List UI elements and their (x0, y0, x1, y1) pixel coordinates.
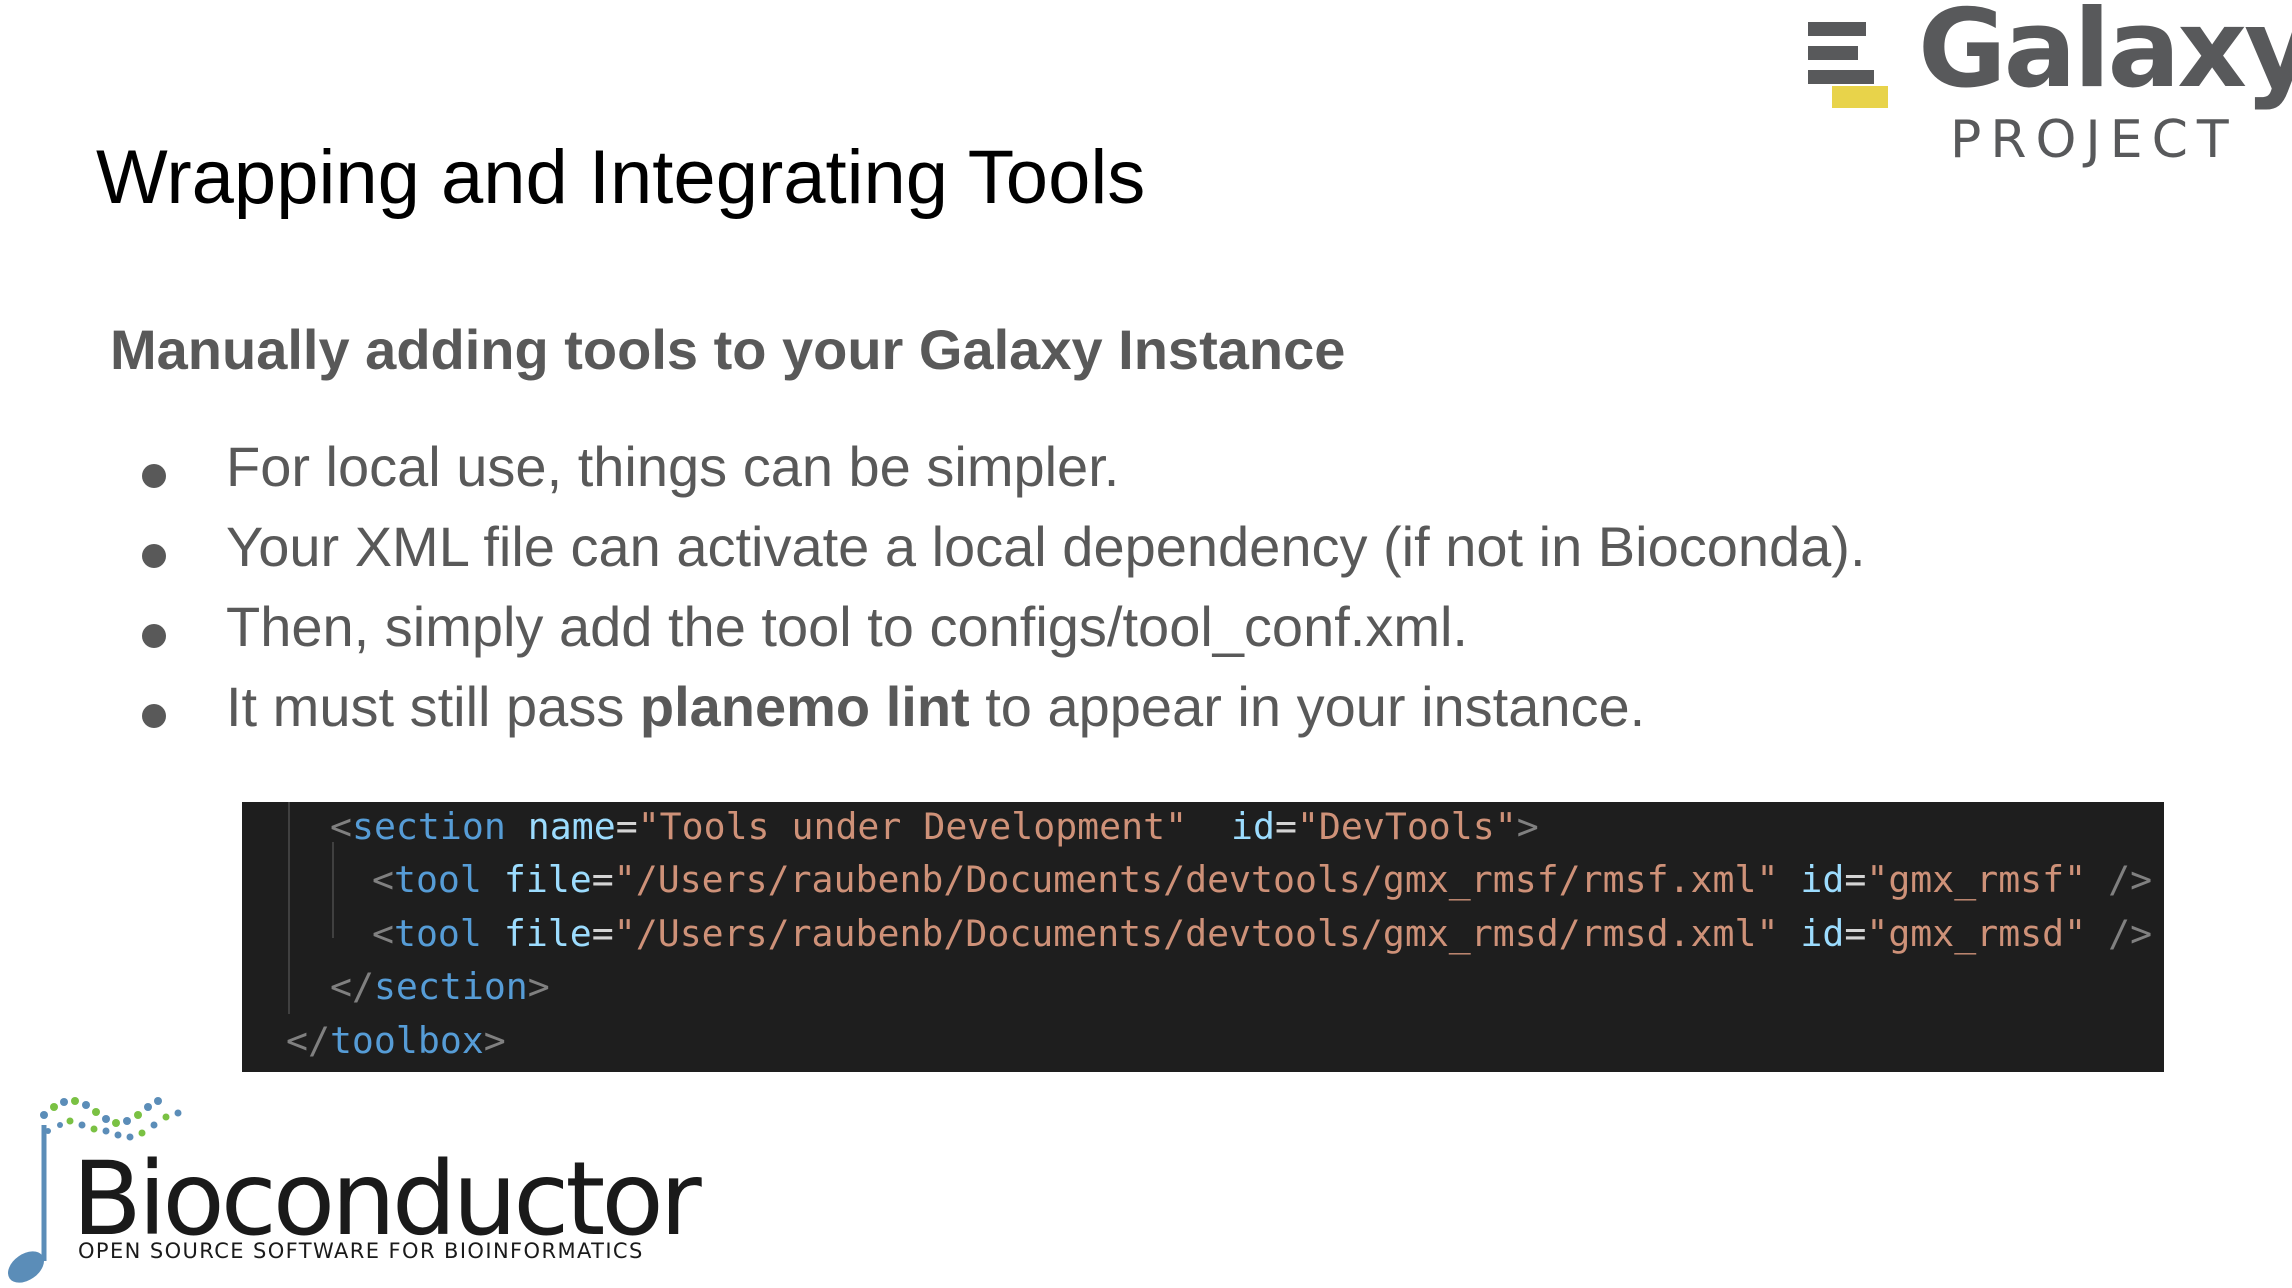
bullet-item: It must still pass planemo lint to appea… (140, 678, 1866, 758)
bullet-dot-icon (142, 704, 166, 728)
code-line-section-close: </section> (330, 965, 550, 1008)
indent-guide (332, 842, 334, 938)
bullet-dot-icon (142, 544, 166, 568)
code-line-toolbox-close: </toolbox> (286, 1019, 506, 1062)
dna-dots-icon (40, 1097, 182, 1141)
indent-guide (288, 802, 290, 1014)
slide-title: Wrapping and Integrating Tools (96, 135, 1146, 220)
code-block: <section name="Tools under Development" … (242, 802, 2164, 1072)
bullet-dot-icon (142, 464, 166, 488)
code-line-tool: <tool file="/Users/raubenb/Documents/dev… (372, 858, 2153, 901)
bullet-item: Your XML file can activate a local depen… (140, 518, 1866, 598)
bioconductor-tagline: OPEN SOURCE SOFTWARE FOR BIOINFORMATICS (78, 1239, 644, 1263)
slide-subtitle: Manually adding tools to your Galaxy Ins… (110, 318, 1346, 381)
galaxy-project-logo: Galaxy PROJECT (1800, 0, 2292, 170)
bullet-item: For local use, things can be simpler. (140, 438, 1866, 518)
bullet-list: For local use, things can be simpler. Yo… (140, 438, 1866, 758)
code-line-tool: <tool file="/Users/raubenb/Documents/dev… (372, 912, 2153, 955)
bullet-item: Then, simply add the tool to configs/too… (140, 598, 1866, 678)
bullet-text-before: It must still pass (226, 675, 640, 738)
slide: Galaxy PROJECT Wrapping and Integrating … (0, 0, 2292, 1288)
galaxy-wordmark: Galaxy (1918, 0, 2292, 112)
bioconductor-logo: Bioconductor OPEN SOURCE SOFTWARE FOR BI… (0, 1085, 702, 1288)
bullet-text-after: to appear in your instance. (969, 675, 1646, 738)
bullet-text: For local use, things can be simpler. (226, 435, 1120, 498)
bioconductor-wordmark: Bioconductor (72, 1140, 702, 1259)
galaxy-project-subtext: PROJECT (1950, 110, 2238, 170)
galaxy-mark-icon (1808, 22, 1888, 108)
code-line-section-open: <section name="Tools under Development" … (330, 805, 1539, 848)
bullet-dot-icon (142, 624, 166, 648)
bullet-text: Your XML file can activate a local depen… (226, 515, 1866, 578)
bullet-text: Then, simply add the tool to configs/too… (226, 595, 1468, 658)
bullet-text-bold: planemo lint (639, 675, 970, 738)
